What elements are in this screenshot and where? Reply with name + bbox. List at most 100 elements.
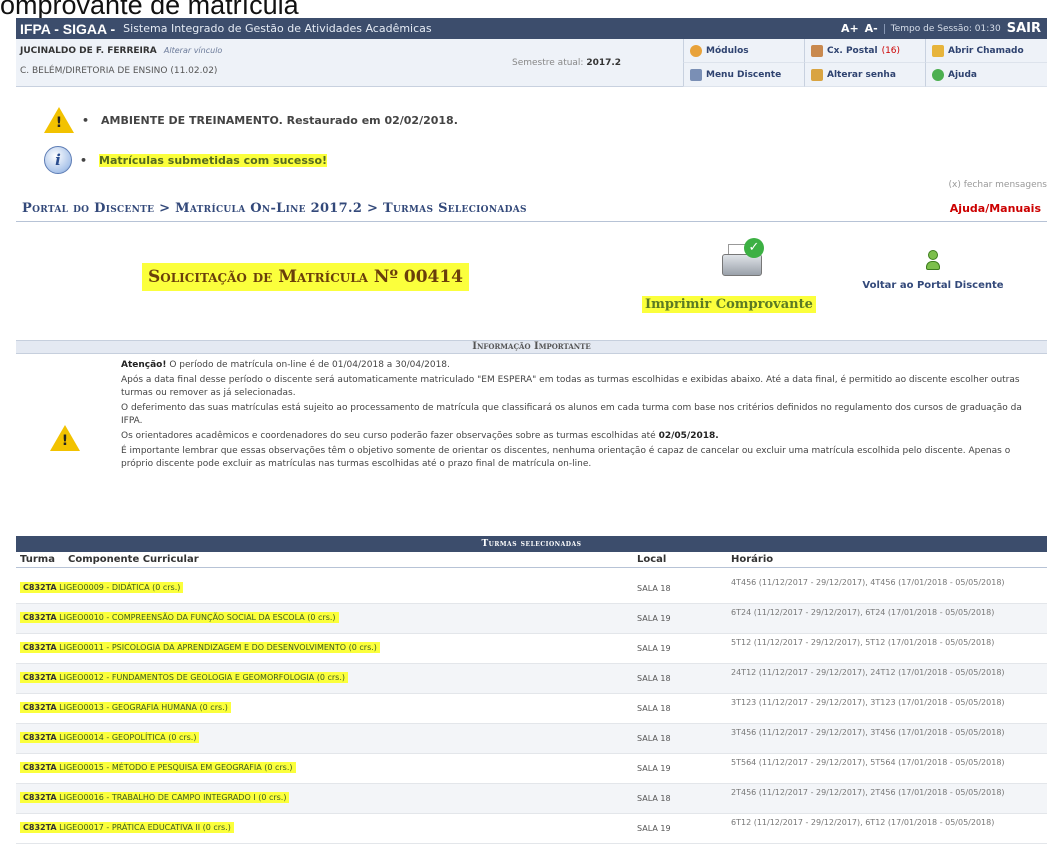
font-increase-button[interactable]: A+ [841, 22, 859, 35]
class-local: SALA 18 [637, 704, 671, 713]
system-messages: ! • AMBIENTE DE TREINAMENTO. Restaurado … [44, 100, 458, 180]
class-component-link[interactable]: C832TA LIGEO0010 - COMPREENSÃO DA FUNÇÃO… [20, 612, 339, 623]
table-row: C832TA LIGEO0010 - COMPREENSÃO DA FUNÇÃO… [16, 604, 1047, 634]
modules-icon [690, 44, 702, 57]
user-info-bar: JUCINALDO DE F. FERREIRA Alterar vínculo… [16, 39, 1047, 87]
selected-classes-table: C832TA LIGEO0009 - DIDÁTICA (0 crs.) SAL… [16, 574, 1047, 844]
back-to-portal-button[interactable]: Voltar ao Portal Discente [848, 250, 1018, 310]
info-paragraph-4: Os orientadores acadêmicos e coordenador… [121, 431, 719, 441]
important-info-body: Atenção! O período de matrícula on-line … [121, 359, 1045, 473]
ticket-icon [932, 44, 944, 57]
table-row: C832TA LIGEO0013 - GEOGRAFIA HUMANA (0 c… [16, 694, 1047, 724]
open-ticket-link[interactable]: Abrir Chamado [925, 39, 1047, 63]
class-component-link[interactable]: C832TA LIGEO0016 - TRABALHO DE CAMPO INT… [20, 792, 290, 803]
class-local: SALA 19 [637, 764, 671, 773]
modules-link[interactable]: Módulos [683, 39, 804, 63]
col-local: Local [637, 554, 667, 565]
info-icon: i [44, 146, 72, 174]
change-password-link[interactable]: Alterar senha [804, 63, 925, 87]
info-paragraph-1: Atenção! O período de matrícula on-line … [121, 360, 450, 370]
alter-link[interactable]: Alterar vínculo [164, 46, 222, 55]
printer-check-icon: ✓ [720, 238, 766, 282]
modules-label: Módulos [706, 45, 749, 56]
quick-menu: Módulos Cx. Postal (16) Abrir Chamado Me… [683, 39, 1047, 87]
system-topbar: IFPA - SIGAA - Sistema Integrado de Gest… [16, 18, 1047, 39]
class-schedule: 6T24 (11/12/2017 - 29/12/2017), 6T24 (17… [731, 608, 995, 617]
selected-classes-header: Turmas selecionadas [16, 536, 1047, 552]
table-row: C832TA LIGEO0009 - DIDÁTICA (0 crs.) SAL… [16, 574, 1047, 604]
table-row: C832TA LIGEO0015 - MÉTODO E PESQUISA EM … [16, 754, 1047, 784]
class-component-link[interactable]: C832TA LIGEO0012 - FUNDAMENTOS DE GEOLOG… [20, 672, 349, 683]
help-manuals-link[interactable]: Ajuda/Manuais [950, 202, 1047, 215]
col-turma: Turma [20, 554, 55, 565]
class-local: SALA 18 [637, 794, 671, 803]
class-local: SALA 19 [637, 614, 671, 623]
class-schedule: 5T12 (11/12/2017 - 29/12/2017), 5T12 (17… [731, 638, 995, 647]
class-component-link[interactable]: C832TA LIGEO0009 - DIDÁTICA (0 crs.) [20, 582, 184, 593]
table-column-headers: Turma Componente Curricular Local Horári… [16, 552, 1047, 568]
class-schedule: 2T456 (11/12/2017 - 29/12/2017), 2T456 (… [731, 788, 1005, 797]
class-component-link[interactable]: C832TA LIGEO0017 - PRÁTICA EDUCATIVA II … [20, 822, 234, 833]
semester-label: Semestre atual: [512, 58, 584, 68]
system-description: Sistema Integrado de Gestão de Atividade… [123, 22, 432, 35]
mailbox-icon [811, 44, 823, 57]
class-component-link[interactable]: C832TA LIGEO0014 - GEOPOLÍTICA (0 crs.) [20, 732, 200, 743]
class-component-link[interactable]: C832TA LIGEO0013 - GEOGRAFIA HUMANA (0 c… [20, 702, 231, 713]
breadcrumb-bar: Portal do Discente > Matrícula On-Line 2… [16, 196, 1047, 222]
help-menu-label: Ajuda [948, 69, 977, 80]
class-local: SALA 18 [637, 674, 671, 683]
info-paragraph-2: Após a data final desse período o discen… [121, 375, 1020, 398]
observation-deadline: 02/05/2018. [658, 431, 719, 441]
success-message: i • Matrículas submetidas com sucesso! [44, 140, 458, 180]
warning-icon: ! [44, 106, 74, 134]
class-schedule: 24T12 (11/12/2017 - 29/12/2017), 24T12 (… [731, 668, 1005, 677]
student-menu-label: Menu Discente [706, 69, 782, 80]
class-schedule: 3T123 (11/12/2017 - 29/12/2017), 3T123 (… [731, 698, 1005, 707]
logout-button[interactable]: SAIR [1007, 21, 1041, 36]
info-paragraph-5: É importante lembrar que essas observaçõ… [121, 446, 1011, 469]
attention-warning-icon: ! [50, 425, 80, 452]
table-row: C832TA LIGEO0014 - GEOPOLÍTICA (0 crs.) … [16, 724, 1047, 754]
class-local: SALA 18 [637, 584, 671, 593]
class-schedule: 5T564 (11/12/2017 - 29/12/2017), 5T564 (… [731, 758, 1005, 767]
close-messages-link[interactable]: (x) fechar mensagens [949, 180, 1047, 190]
table-row: C832TA LIGEO0012 - FUNDAMENTOS DE GEOLOG… [16, 664, 1047, 694]
current-semester: Semestre atual: 2017.2 [512, 58, 621, 68]
info-paragraph-3: O deferimento das suas matrículas está s… [121, 403, 1022, 426]
class-schedule: 3T456 (11/12/2017 - 29/12/2017), 3T456 (… [731, 728, 1005, 737]
user-unit: C. BELÉM/DIRETORIA DE ENSINO (11.02.02) [20, 66, 218, 76]
system-name: IFPA - SIGAA - [20, 20, 116, 37]
student-menu-link[interactable]: Menu Discente [683, 63, 804, 87]
table-row: C832TA LIGEO0016 - TRABALHO DE CAMPO INT… [16, 784, 1047, 814]
class-local: SALA 19 [637, 644, 671, 653]
attention-label: Atenção! [121, 360, 167, 370]
topbar-controls: A+ A- Tempo de Sessão: 01:30 SAIR [841, 21, 1047, 36]
help-menu-link[interactable]: Ajuda [925, 63, 1047, 87]
class-schedule: 4T456 (11/12/2017 - 29/12/2017), 4T456 (… [731, 578, 1005, 587]
semester-value: 2017.2 [586, 58, 622, 68]
col-horario: Horário [731, 554, 774, 565]
user-name-row: JUCINALDO DE F. FERREIRA Alterar vínculo [20, 46, 222, 56]
class-local: SALA 19 [637, 824, 671, 833]
change-password-label: Alterar senha [827, 69, 896, 80]
postal-box-label: Cx. Postal [827, 45, 878, 56]
user-name: JUCINALDO DE F. FERREIRA [20, 46, 157, 56]
open-ticket-label: Abrir Chamado [948, 45, 1024, 56]
class-schedule: 6T12 (11/12/2017 - 29/12/2017), 6T12 (17… [731, 818, 995, 827]
table-row: C832TA LIGEO0011 - PSICOLOGIA DA APRENDI… [16, 634, 1047, 664]
font-decrease-button[interactable]: A- [865, 22, 878, 35]
print-receipt-button[interactable]: ✓ Imprimir Comprovante [626, 238, 846, 320]
help-icon [932, 68, 944, 81]
postal-box-count: (16) [881, 45, 901, 56]
breadcrumb: Portal do Discente > Matrícula On-Line 2… [22, 201, 527, 216]
training-message-text: AMBIENTE DE TREINAMENTO. Restaurado em 0… [101, 113, 458, 127]
class-component-link[interactable]: C832TA LIGEO0011 - PSICOLOGIA DA APRENDI… [20, 642, 380, 653]
postal-box-link[interactable]: Cx. Postal (16) [804, 39, 925, 63]
print-receipt-label: Imprimir Comprovante [642, 296, 816, 313]
training-message: ! • AMBIENTE DE TREINAMENTO. Restaurado … [44, 100, 458, 140]
class-component-link[interactable]: C832TA LIGEO0015 - MÉTODO E PESQUISA EM … [20, 762, 296, 773]
important-info-header: Informação Importante [16, 340, 1047, 354]
success-message-text: Matrículas submetidas com sucesso! [99, 153, 328, 167]
back-to-portal-label: Voltar ao Portal Discente [862, 280, 1004, 291]
class-local: SALA 18 [637, 734, 671, 743]
